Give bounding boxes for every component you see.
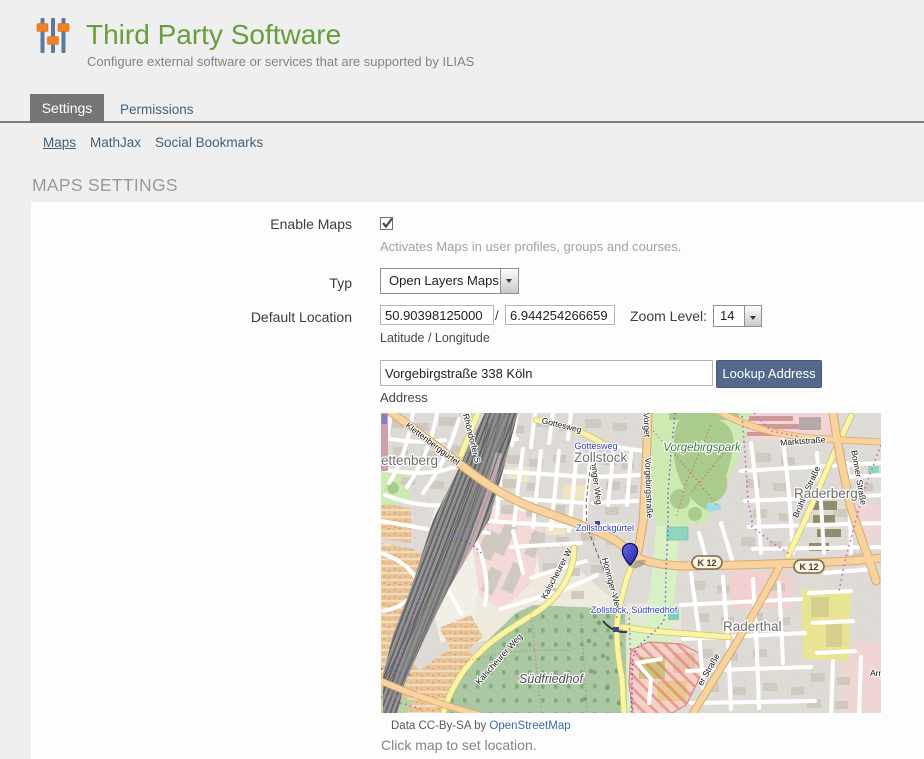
svg-text:K 12: K 12	[697, 558, 716, 568]
svg-text:ettenberg: ettenberg	[381, 453, 438, 468]
svg-text:Vorgebirgstraße: Vorgebirgstraße	[643, 457, 655, 518]
svg-text:Arnolds: Arnolds	[870, 668, 881, 678]
svg-text:Zollstockgürtel: Zollstockgürtel	[576, 523, 634, 533]
svg-text:K 12: K 12	[799, 562, 818, 572]
svg-text:Raderberg: Raderberg	[794, 486, 858, 501]
svg-text:Zollstock: Zollstock	[574, 450, 628, 465]
svg-text:Zollstock, Südfriedhof: Zollstock, Südfriedhof	[591, 605, 678, 615]
svg-text:Vorget: Vorget	[642, 413, 653, 438]
svg-text:Südfriedhof: Südfriedhof	[519, 672, 584, 686]
svg-text:Vorgebirgspark: Vorgebirgspark	[663, 442, 742, 454]
svg-text:Raderthal: Raderthal	[723, 619, 782, 634]
